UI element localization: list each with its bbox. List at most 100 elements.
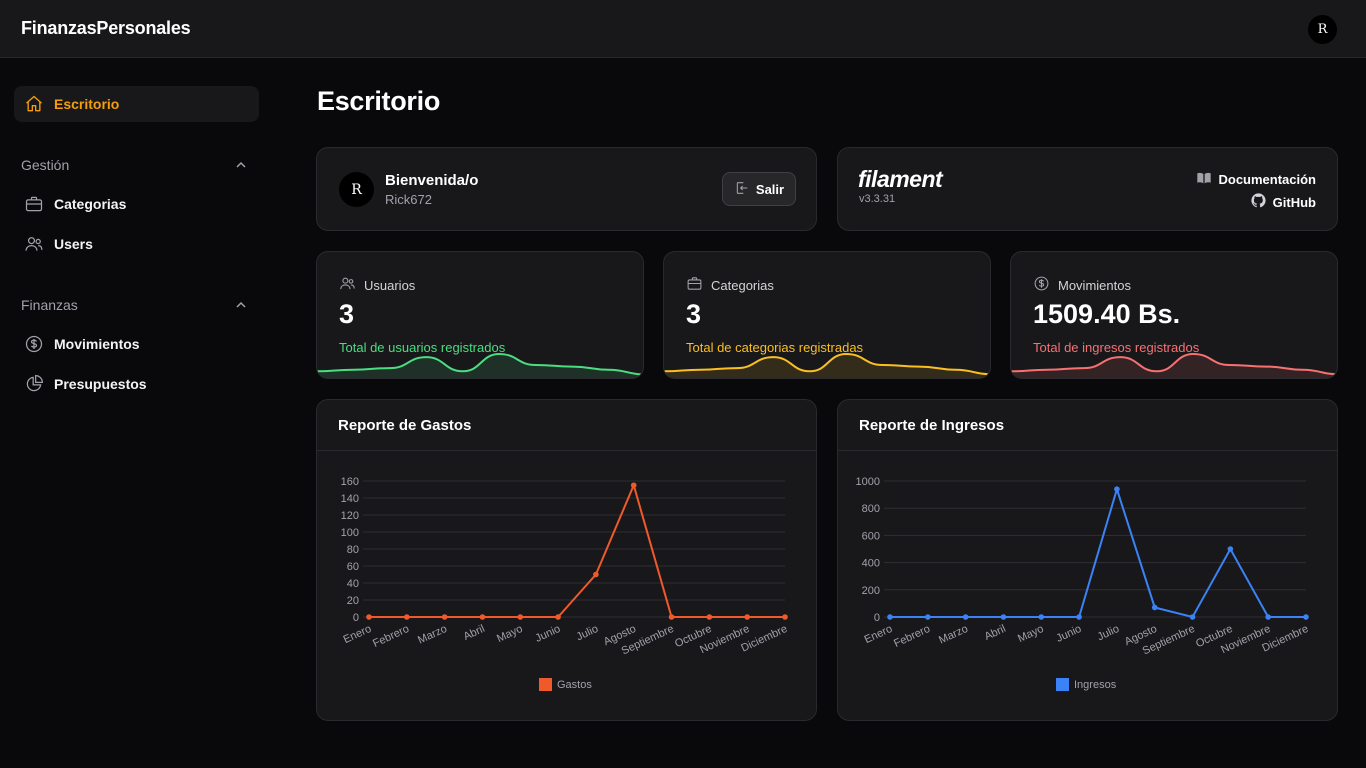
briefcase-icon [686, 275, 703, 295]
data-point[interactable] [925, 614, 931, 620]
chart-title: Reporte de Ingresos [859, 417, 1005, 434]
sidebar-item-escritorio[interactable]: Escritorio [14, 86, 259, 122]
data-point[interactable] [887, 614, 893, 620]
stat-label: Categorias [711, 277, 774, 293]
sidebar-item-categorias[interactable]: Categorias [14, 186, 259, 222]
data-point[interactable] [1227, 546, 1234, 552]
stat-label: Usuarios [364, 277, 416, 293]
sidebar-item-label: Escritorio [54, 96, 120, 112]
stat-header: Usuarios [339, 275, 415, 295]
app-brand[interactable]: FinanzasPersonales [21, 18, 191, 39]
data-point[interactable] [782, 614, 788, 620]
data-point[interactable] [706, 614, 713, 620]
stat-card-usuarios: Usuarios 3 Total de usuarios registrados [316, 251, 644, 379]
y-tick-label: 0 [874, 612, 880, 624]
data-point[interactable] [404, 614, 410, 620]
y-tick-label: 60 [347, 561, 359, 573]
data-point[interactable] [1303, 614, 1309, 620]
dollar-circle-icon [24, 334, 44, 354]
users-icon [339, 275, 356, 295]
data-point[interactable] [744, 614, 750, 620]
sidebar-item-movimientos[interactable]: Movimientos [14, 326, 259, 362]
chevron-up-icon[interactable] [235, 298, 247, 316]
welcome-card: R Bienvenida/o Rick672 Salir [316, 147, 817, 231]
x-tick-label: Mayo [495, 623, 524, 645]
y-tick-label: 120 [341, 510, 359, 522]
legend-swatch [1056, 678, 1069, 691]
sparkline-chart [1011, 352, 1337, 378]
github-link[interactable]: GitHub [1250, 192, 1316, 212]
welcome-heading: Bienvenida/o [385, 172, 479, 189]
welcome-username: Rick672 [385, 192, 432, 207]
y-tick-label: 100 [341, 527, 359, 539]
sidebar: Escritorio Gestión Categorias Users Fina… [0, 58, 275, 768]
sparkline-area [664, 354, 990, 378]
page-title: Escritorio [317, 86, 441, 116]
sidebar-group-finanzas[interactable]: Finanzas [21, 297, 78, 313]
stat-header: Movimientos [1033, 275, 1131, 295]
users-icon [24, 234, 44, 254]
book-icon [1196, 170, 1212, 189]
briefcase-icon [24, 194, 44, 214]
stat-card-categorias: Categorias 3 Total de categorias registr… [663, 251, 991, 379]
stat-label: Movimientos [1058, 277, 1131, 293]
data-point[interactable] [668, 614, 675, 620]
ingresos-line-chart: 0 200 400 600 800 1000 EneroFebrero Marzo Abril M… [856, 476, 1311, 657]
x-tick-label: Abril [983, 623, 1008, 643]
data-point[interactable] [479, 614, 486, 620]
stat-header: Categorias [686, 275, 774, 295]
data-point[interactable] [1000, 614, 1007, 620]
legend-label: Ingresos [1074, 678, 1117, 691]
chart-card-gastos: Reporte de Gastos 0 20 40 60 80 100 120 140 160 E… [316, 399, 817, 721]
data-point[interactable] [1265, 614, 1271, 620]
sidebar-item-label: Movimientos [54, 336, 140, 352]
documentation-link[interactable]: Documentación [1196, 170, 1316, 189]
data-point[interactable] [366, 614, 372, 620]
x-tick-label: Marzo [416, 623, 449, 647]
data-point[interactable] [1038, 614, 1045, 620]
data-point[interactable] [1151, 604, 1158, 611]
sidebar-item-users[interactable]: Users [14, 226, 259, 262]
stat-value: 1509.40 Bs. [1033, 299, 1181, 329]
y-tick-label: 40 [347, 578, 359, 590]
logout-button[interactable]: Salir [722, 172, 796, 206]
chart-legend[interactable]: Ingresos [1056, 678, 1116, 691]
data-point[interactable] [517, 614, 524, 620]
y-tick-label: 0 [353, 612, 359, 624]
x-tick-label: Mayo [1016, 623, 1045, 645]
filament-version: v3.3.31 [859, 193, 896, 205]
x-tick-label: Febrero [892, 623, 932, 650]
x-tick-label: Junio [1054, 623, 1083, 645]
sidebar-item-label: Categorias [54, 196, 127, 212]
data-point[interactable] [1189, 614, 1196, 620]
y-tick-label: 1000 [856, 476, 880, 488]
filament-logo[interactable]: filament [858, 166, 943, 193]
user-avatar[interactable]: R [1308, 15, 1337, 44]
y-tick-label: 400 [862, 558, 880, 570]
sparkline-area [317, 354, 643, 378]
data-point[interactable] [962, 614, 969, 620]
stat-value: 3 [339, 299, 355, 329]
top-navbar: FinanzasPersonales R [0, 0, 1366, 58]
chart-card-ingresos: Reporte de Ingresos 0 200 400 600 800 1000 Ene… [837, 399, 1338, 721]
x-tick-label: Marzo [937, 623, 970, 647]
data-point[interactable] [1114, 486, 1120, 492]
sparkline-area [1011, 354, 1337, 378]
chart-pie-icon [24, 374, 44, 394]
data-point[interactable] [555, 614, 561, 620]
logout-label: Salir [755, 181, 785, 197]
data-point[interactable] [441, 614, 448, 620]
chart-legend[interactable]: Gastos [539, 678, 592, 691]
data-point[interactable] [1076, 614, 1082, 620]
data-point[interactable] [593, 571, 599, 578]
y-tick-label: 80 [347, 544, 359, 556]
sidebar-group-gestion[interactable]: Gestión [21, 157, 69, 173]
data-point[interactable] [630, 482, 637, 489]
x-tick-label: Enero [863, 623, 895, 646]
sidebar-item-presupuestos[interactable]: Presupuestos [14, 366, 259, 402]
dollar-circle-icon [1033, 275, 1050, 295]
sidebar-item-label: Users [54, 236, 93, 252]
x-tick-label: Febrero [371, 623, 411, 650]
sidebar-item-label: Presupuestos [54, 376, 147, 392]
chevron-up-icon[interactable] [235, 158, 247, 176]
